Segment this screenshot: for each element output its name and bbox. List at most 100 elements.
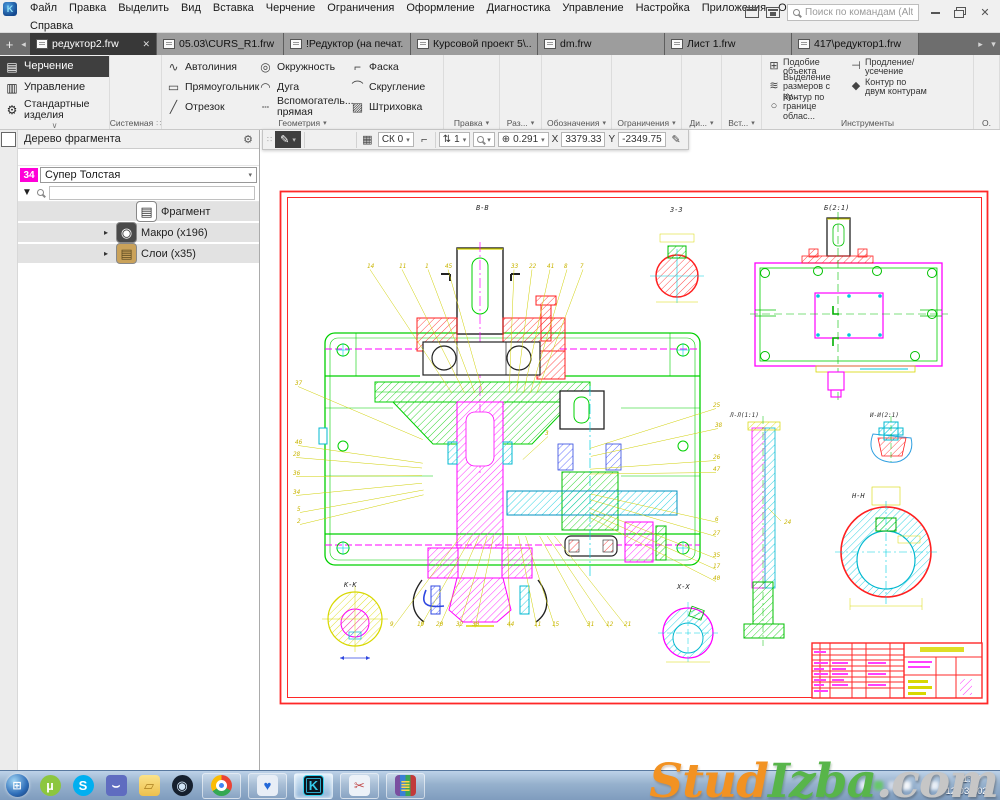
aligned-dimension-icon[interactable] bbox=[518, 97, 534, 117]
vertical-dimension-icon[interactable] bbox=[502, 97, 518, 117]
measure-distance-icon[interactable] bbox=[684, 57, 700, 77]
fix-constraint-icon[interactable] bbox=[646, 77, 662, 97]
section-label-system[interactable]: Системная∷ bbox=[110, 117, 161, 129]
close-tab-icon[interactable]: ✕ bbox=[142, 39, 150, 50]
menu-item[interactable]: Управление bbox=[556, 1, 629, 15]
menu-item[interactable]: Вставка bbox=[207, 1, 260, 15]
contour-boundary-tool[interactable]: ○ Контур по границе облас... bbox=[768, 97, 846, 117]
y-coordinate-value[interactable]: -2349.75 bbox=[618, 132, 665, 147]
menu-item[interactable]: Правка bbox=[63, 1, 112, 15]
measure-diameter-icon[interactable] bbox=[700, 57, 716, 77]
center-mark-icon[interactable] bbox=[592, 97, 608, 117]
segment-tool[interactable]: ╱ Отрезок bbox=[164, 97, 256, 117]
autoline-tool[interactable]: ∿ Автолиния bbox=[164, 57, 256, 77]
insert-view-icon[interactable] bbox=[724, 57, 740, 77]
radial-dimension-icon[interactable] bbox=[518, 57, 534, 77]
panel-menu-icon[interactable] bbox=[1, 192, 16, 207]
mass-properties-icon[interactable] bbox=[684, 97, 700, 117]
drag-grip-icon[interactable]: ∷ bbox=[267, 135, 272, 144]
linear-dimension-icon[interactable] bbox=[502, 57, 518, 77]
print-preview-icon[interactable] bbox=[128, 77, 144, 97]
taskbar-health-icon[interactable]: ♥ bbox=[248, 773, 287, 799]
save-icon[interactable] bbox=[144, 57, 160, 77]
mirror-icon[interactable] bbox=[478, 57, 494, 77]
command-search-input[interactable]: Поиск по командам (Alt+/) bbox=[787, 4, 919, 21]
arc-tool[interactable]: ◠ Дуга bbox=[256, 77, 348, 97]
measure-area-icon[interactable] bbox=[684, 77, 700, 97]
fillet-tool[interactable]: ⌒ Скругление bbox=[348, 77, 440, 97]
open-document-icon[interactable] bbox=[128, 57, 144, 77]
diameter-dimension-icon[interactable] bbox=[518, 77, 534, 97]
taskbar-snipping-icon[interactable]: ✂ bbox=[340, 773, 379, 799]
menu-item[interactable]: Выделить bbox=[112, 1, 175, 15]
insert-fragment-icon[interactable] bbox=[740, 57, 756, 77]
menu-item[interactable]: Диагностика bbox=[481, 1, 557, 15]
insert-picture-icon[interactable] bbox=[724, 77, 740, 97]
equal-constraint-icon[interactable] bbox=[630, 97, 646, 117]
collinear-constraint-icon[interactable] bbox=[614, 77, 630, 97]
tab-reduktor-print[interactable]: !Редуктор (на печат... ✕ bbox=[284, 33, 411, 55]
view-marker-icon[interactable] bbox=[592, 57, 608, 77]
section-label-o[interactable]: О. bbox=[974, 117, 999, 129]
redo-icon[interactable] bbox=[128, 97, 144, 117]
workspace-upravlenie[interactable]: ▥ Управление bbox=[0, 77, 109, 98]
section-label-vstavka[interactable]: Вст...▾ bbox=[722, 117, 761, 129]
print-icon[interactable] bbox=[112, 77, 128, 97]
new-tab-button[interactable]: + bbox=[2, 33, 17, 55]
concentric-constraint-icon[interactable] bbox=[662, 77, 678, 97]
menu-item[interactable]: Файл bbox=[24, 1, 63, 15]
align-constraint-icon[interactable] bbox=[614, 57, 630, 77]
insert-layout-icon[interactable] bbox=[740, 77, 756, 97]
tab-list1[interactable]: Лист 1.frw ✕ bbox=[665, 33, 792, 55]
workspace-cherchenie[interactable]: ▤ Черчение bbox=[0, 56, 109, 77]
undo-icon[interactable] bbox=[112, 97, 128, 117]
save-as-icon[interactable] bbox=[144, 77, 160, 97]
angular-dimension-icon[interactable] bbox=[502, 77, 518, 97]
text-icon[interactable] bbox=[544, 77, 560, 97]
window-cascade-icon[interactable] bbox=[745, 7, 759, 18]
menu-item[interactable]: Ограничения bbox=[321, 1, 400, 15]
scale-icon[interactable] bbox=[446, 77, 462, 97]
contour-two-tool[interactable]: ◆ Контур по двум контурам bbox=[850, 77, 928, 97]
taskbar-steam-icon[interactable]: ◉ bbox=[169, 773, 195, 799]
section-label-diagnostika[interactable]: Ди...▾ bbox=[682, 117, 721, 129]
tab-dm[interactable]: dm.frw ✕ bbox=[538, 33, 665, 55]
horizontal-constraint-icon[interactable] bbox=[646, 97, 662, 117]
menu-item-spravka[interactable]: Справка bbox=[24, 19, 79, 33]
insert-object-icon[interactable] bbox=[724, 97, 740, 117]
section-label-instrumenty[interactable]: Инструменты bbox=[762, 117, 973, 129]
section-label-ogranicheniya[interactable]: Ограничения▾ bbox=[612, 117, 681, 129]
parallel-constraint-icon[interactable] bbox=[630, 57, 646, 77]
taskbar-winrar-icon[interactable]: ≣ bbox=[386, 773, 425, 799]
collection-icon[interactable] bbox=[976, 57, 992, 77]
align-edit-icon[interactable] bbox=[478, 97, 494, 117]
rotate-icon[interactable] bbox=[462, 77, 478, 97]
perpendicular-constraint-icon[interactable] bbox=[646, 57, 662, 77]
taskbar-utorrent-icon[interactable]: µ bbox=[37, 773, 63, 799]
collapse-panel-chevron[interactable]: ∨ bbox=[0, 121, 109, 130]
sheet-corner-icon[interactable]: ⌐ bbox=[417, 134, 432, 146]
taskbar-start-button[interactable]: ⊞ bbox=[4, 773, 30, 799]
section-label-razmery[interactable]: Раз...▾ bbox=[500, 117, 541, 129]
chamfer-tool[interactable]: ⌐ Фаска bbox=[348, 57, 440, 77]
tab-curs-r1[interactable]: 05.03\CURS_R1.frw ✕ bbox=[157, 33, 284, 55]
text-leader-icon[interactable] bbox=[560, 77, 576, 97]
tree-filter-input[interactable] bbox=[49, 186, 255, 200]
hatch-tool[interactable]: ▨ Штриховка bbox=[348, 97, 440, 117]
symmetry-constraint-icon[interactable] bbox=[614, 97, 630, 117]
deform-icon[interactable] bbox=[478, 77, 494, 97]
tree-node-macro[interactable]: ▸ ◉ Макро (x196) bbox=[18, 223, 259, 242]
block-constraint-icon[interactable] bbox=[662, 97, 678, 117]
tab-scroll-left[interactable]: ◂ bbox=[17, 33, 30, 55]
section-label-geometry[interactable]: Геометрия▾ bbox=[162, 117, 443, 129]
taskbar-skype-icon[interactable]: S bbox=[70, 773, 96, 799]
menu-item[interactable]: Черчение bbox=[260, 1, 322, 15]
tab-reduktor1[interactable]: 417\редуктор1.frw ✕ bbox=[792, 33, 919, 55]
restore-button[interactable] bbox=[951, 5, 969, 20]
rectangle-tool[interactable]: ▭ Прямоугольник bbox=[164, 77, 256, 97]
doc-tree-icon[interactable] bbox=[1, 132, 16, 147]
variables-panel-icon[interactable] bbox=[1, 172, 16, 187]
taskbar-chrome-icon[interactable] bbox=[202, 773, 241, 799]
edit-pencil-icon[interactable]: ✎ bbox=[669, 133, 684, 146]
x-coordinate-value[interactable]: 3379.33 bbox=[561, 132, 605, 147]
